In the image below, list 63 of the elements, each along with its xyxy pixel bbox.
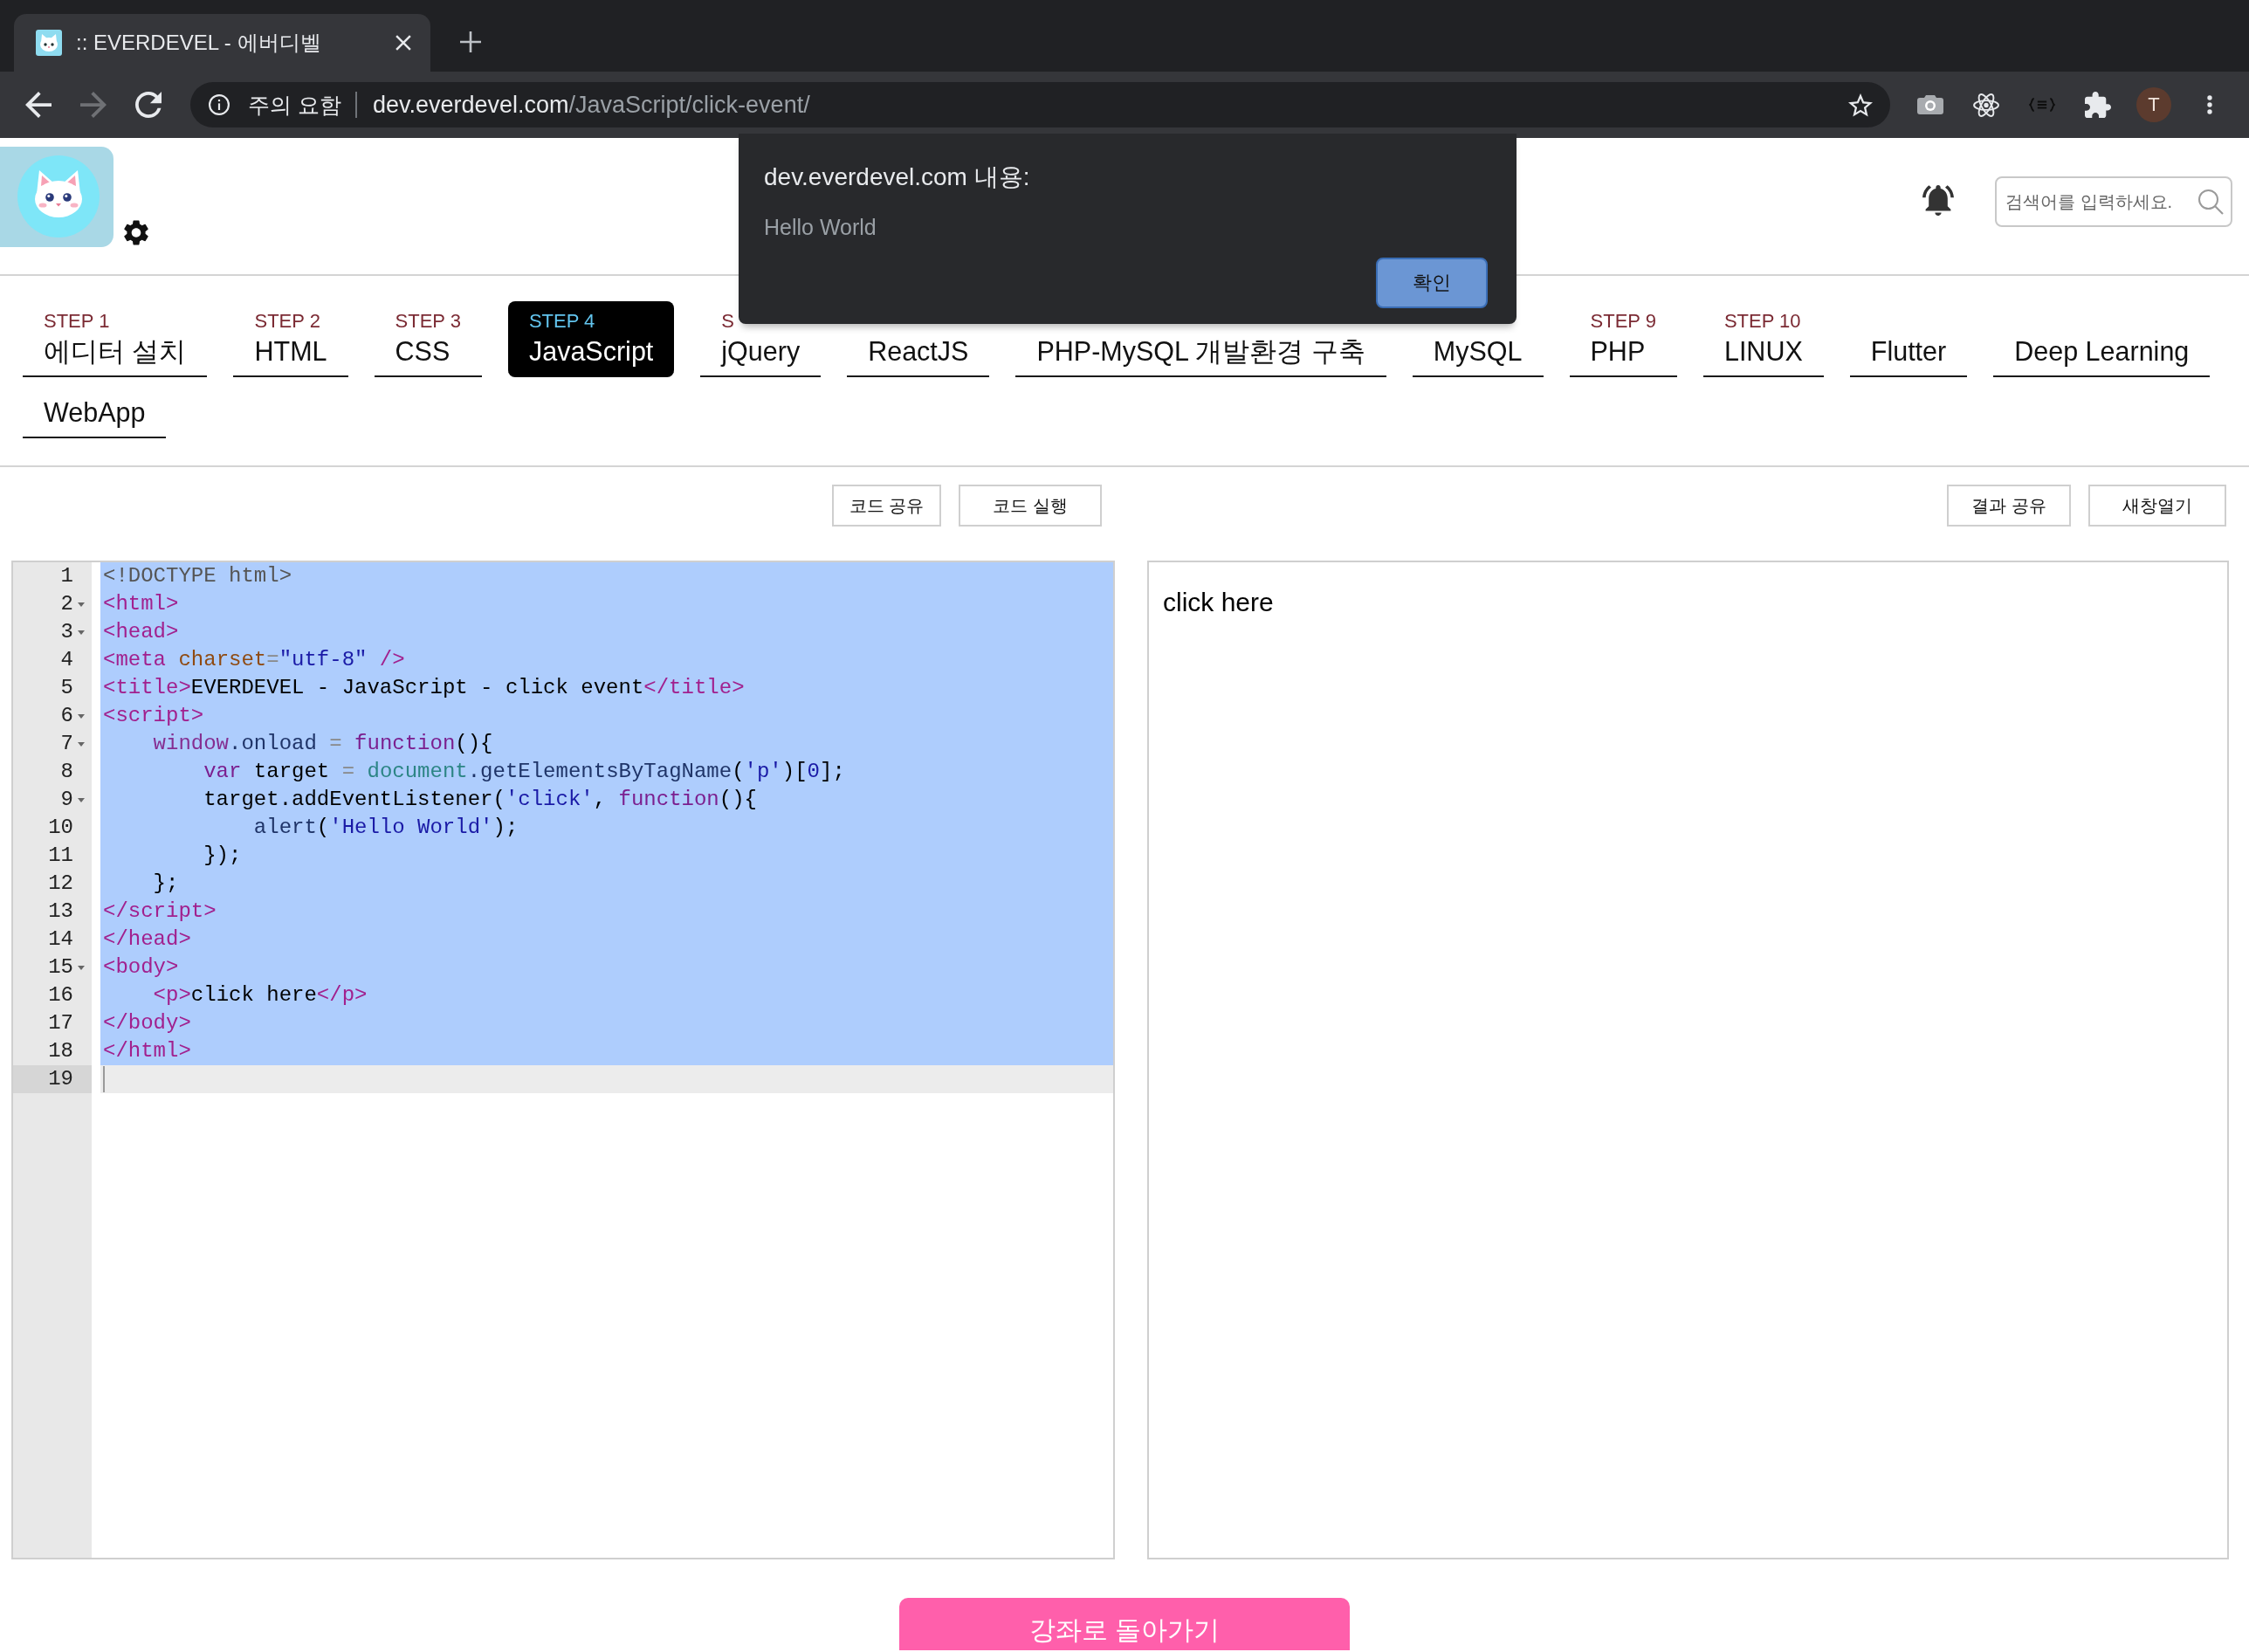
profile-avatar[interactable]: T (2136, 87, 2171, 122)
line-number: 6 (60, 703, 73, 729)
step-tab[interactable]: STEP 3 CSS (374, 301, 482, 377)
line-number: 3 (60, 619, 73, 645)
step-tab[interactable]: STEP 10 LINUX (1702, 301, 1824, 377)
back-arrow-icon[interactable] (25, 92, 52, 118)
close-icon[interactable] (395, 35, 411, 51)
security-warning-label[interactable]: 주의 요함 (248, 90, 341, 120)
step-tab[interactable]: STEP 2 HTML (233, 301, 348, 377)
cat-favicon-icon (36, 30, 62, 56)
fold-arrow-icon[interactable] (78, 741, 85, 747)
line-number: 18 (48, 1038, 73, 1064)
step-tab[interactable]: WebApp (23, 385, 167, 438)
puzzle-icon[interactable] (2085, 92, 2111, 118)
search-icon[interactable] (2197, 189, 2224, 215)
camera-icon[interactable] (1917, 95, 1943, 114)
fold-arrow-icon[interactable] (78, 630, 85, 635)
line-number: 15 (48, 954, 73, 981)
share-code-button[interactable]: 코드 공유 (832, 485, 941, 527)
line-number: 17 (48, 1010, 73, 1036)
step-tab[interactable]: STEP 4 JavaScript (507, 301, 675, 377)
text-cursor (103, 1065, 105, 1092)
step-tab[interactable]: STEP 1 에디터 설치 (23, 301, 208, 377)
bookmark-star-icon[interactable] (1848, 93, 1873, 117)
browser-tab[interactable]: :: EVERDEVEL - 에버디벨 (14, 14, 430, 72)
fold-arrow-icon[interactable] (78, 602, 85, 607)
line-number: 7 (60, 731, 73, 757)
ok-button[interactable]: 확인 (1376, 258, 1488, 308)
reload-icon[interactable] (135, 92, 162, 118)
line-number: 8 (60, 759, 73, 785)
step-tab[interactable]: Flutter (1849, 324, 1968, 377)
fold-arrow-icon[interactable] (78, 797, 85, 802)
line-number: 5 (60, 675, 73, 701)
url-text: dev.everdevel.com/JavaScript/click-event/ (372, 91, 810, 119)
run-code-button[interactable]: 코드 실행 (959, 485, 1102, 527)
step-tab[interactable]: STEP 9 PHP (1569, 301, 1677, 377)
plus-icon[interactable] (460, 31, 481, 52)
step-tab[interactable]: Deep Learning (1993, 324, 2211, 377)
address-bar[interactable]: 주의 요함 dev.everdevel.com/JavaScript/click-event/ (190, 82, 1890, 127)
share-result-button[interactable]: 결과 공유 (1947, 485, 2071, 527)
fold-arrow-icon[interactable] (78, 965, 85, 970)
line-number: 19 (13, 1065, 92, 1093)
line-number: 11 (48, 843, 73, 869)
dialog-title: dev.everdevel.com 내용: (764, 162, 1030, 192)
dialog-message: Hello World (764, 214, 877, 240)
search-field[interactable]: 검색어를 입력하세요. (1995, 176, 2232, 227)
new-window-button[interactable]: 새창열기 (2088, 485, 2226, 527)
line-number: 9 (60, 787, 73, 813)
atom-icon[interactable] (1973, 93, 1999, 117)
line-number: 2 (60, 591, 73, 617)
fold-arrow-icon[interactable] (78, 713, 85, 719)
line-number: 10 (48, 815, 73, 841)
bell-icon[interactable] (1922, 185, 1954, 216)
gear-icon[interactable] (124, 220, 148, 245)
line-number: 1 (60, 563, 73, 589)
info-icon[interactable] (209, 94, 230, 115)
line-number: 13 (48, 898, 73, 925)
line-number: 16 (48, 982, 73, 1008)
line-number: 14 (48, 926, 73, 953)
more-menu-icon[interactable] (2207, 95, 2212, 114)
line-number: 12 (48, 871, 73, 897)
line-number: 4 (60, 647, 73, 673)
result-text: click here (1163, 587, 1274, 618)
